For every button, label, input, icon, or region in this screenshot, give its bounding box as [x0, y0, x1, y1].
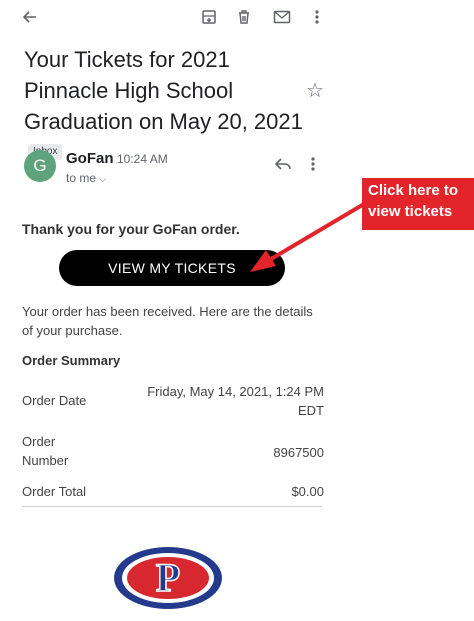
star-icon[interactable]: ☆	[306, 78, 324, 103]
archive-icon[interactable]	[198, 6, 220, 28]
order-received-text: Your order has been received. Here are t…	[22, 304, 313, 338]
chevron-down-icon: ⌵	[99, 174, 107, 184]
delete-icon[interactable]	[233, 6, 255, 28]
order-date-label: Order Date	[22, 393, 87, 408]
more-vert-icon[interactable]	[306, 6, 328, 28]
annotation-callout: Click here to view tickets	[362, 178, 474, 230]
order-date-value: Friday, May 14, 2021, 1:24 PM EDT	[147, 384, 324, 418]
email-time: 10:24 AM	[117, 152, 168, 166]
reply-icon[interactable]	[274, 156, 292, 177]
back-arrow-icon[interactable]	[18, 6, 40, 28]
subject-text: Your Tickets for 2021 Pinnacle High Scho…	[24, 47, 303, 134]
recipient-text: to me	[66, 171, 97, 185]
sender-avatar: G	[24, 150, 56, 182]
mark-unread-icon[interactable]	[271, 6, 293, 28]
greeting-text: Thank you for your GoFan order.	[22, 221, 240, 237]
recipient-toggle[interactable]: to me ⌵	[66, 171, 106, 185]
sender-name: GoFan	[66, 150, 114, 167]
order-total-value: $0.00	[291, 484, 324, 499]
annotation-arrow	[250, 202, 366, 272]
order-total-label: Order Total	[22, 484, 87, 499]
order-summary-title: Order Summary	[22, 353, 121, 368]
order-number-label: Order Number	[22, 434, 69, 468]
school-logo: P	[112, 545, 224, 611]
summary-divider	[22, 506, 322, 507]
order-number-value: 8967500	[273, 445, 324, 460]
message-more-icon[interactable]	[310, 156, 316, 177]
logo-letter: P	[156, 555, 180, 600]
